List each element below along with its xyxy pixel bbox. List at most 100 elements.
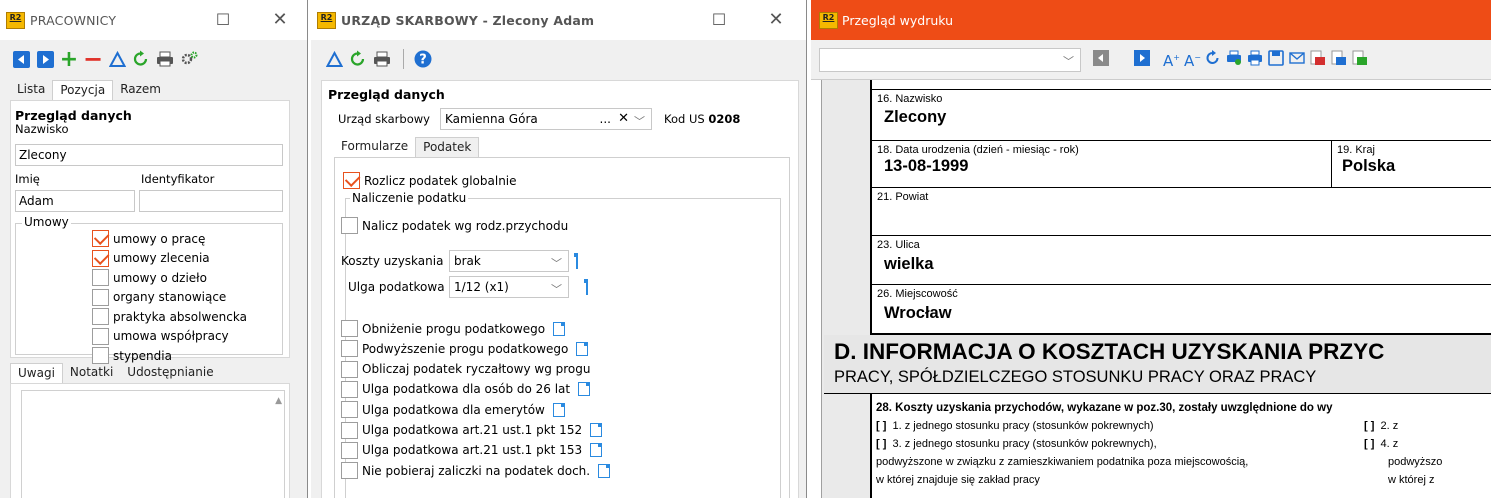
- lookup-dots[interactable]: ...: [600, 109, 611, 129]
- imie-input[interactable]: Adam: [15, 190, 135, 212]
- tax-option-checkbox[interactable]: Ulga podatkowa dla osób do 26 lat: [341, 380, 591, 398]
- tax-option-checkbox[interactable]: Nie pobieraj zaliczki na podatek doch.: [341, 462, 611, 480]
- checkbox-box[interactable]: [92, 288, 109, 306]
- checkbox-box[interactable]: [92, 249, 109, 267]
- tab-udostepnianie[interactable]: Udostępnianie: [120, 363, 220, 383]
- refresh-icon[interactable]: [130, 48, 152, 70]
- uwagi-textarea[interactable]: ▲: [21, 390, 285, 498]
- checkbox-box[interactable]: [341, 340, 358, 358]
- add-icon[interactable]: +: [58, 47, 80, 72]
- prev-record-icon[interactable]: [10, 48, 32, 70]
- close-button[interactable]: ✕: [270, 10, 290, 30]
- checkbox-box[interactable]: [341, 462, 358, 480]
- zoom-out-icon[interactable]: A−: [1184, 50, 1201, 69]
- tax-option-checkbox[interactable]: Obniżenie progu podatkowego: [341, 320, 566, 337]
- umowy-checkbox[interactable]: umowy o pracę: [92, 230, 205, 247]
- checkbox-box[interactable]: [341, 401, 358, 419]
- checkbox-box[interactable]: [92, 308, 109, 325]
- titlebar[interactable]: R2 PRACOWNICY ☐ ✕: [0, 0, 307, 40]
- nazwisko-input[interactable]: Zlecony: [15, 144, 283, 166]
- checkbox-box[interactable]: [341, 217, 358, 234]
- filter-icon[interactable]: [106, 48, 128, 70]
- document-icon[interactable]: [553, 321, 566, 336]
- email-icon[interactable]: [1289, 50, 1305, 66]
- save-icon[interactable]: [1268, 50, 1284, 66]
- checkbox-box[interactable]: [343, 172, 360, 189]
- scroll-up-icon[interactable]: ▲: [275, 396, 282, 406]
- tax-option-checkbox[interactable]: Ulga podatkowa art.21 ust.1 pkt 153: [341, 441, 603, 459]
- document-icon[interactable]: [590, 443, 603, 458]
- checkbox-box[interactable]: [341, 320, 358, 337]
- checkbox-box[interactable]: [92, 327, 109, 345]
- document-icon[interactable]: [586, 279, 588, 295]
- umowy-checkbox[interactable]: umowa współpracy: [92, 327, 229, 345]
- tax-option-checkbox[interactable]: Podwyższenie progu podatkowego: [341, 340, 589, 358]
- tax-option-checkbox[interactable]: Obliczaj podatek ryczałtowy wg progu: [341, 360, 590, 378]
- checkbox-box[interactable]: [92, 269, 109, 286]
- tab-razem[interactable]: Razem: [113, 80, 168, 100]
- maximize-button[interactable]: ☐: [213, 10, 233, 30]
- checkbox-box[interactable]: [341, 441, 358, 459]
- titlebar[interactable]: R2 URZĄD SKARBOWY - Zlecony Adam ☐ ✕: [311, 0, 806, 40]
- ulga-select[interactable]: 1/12 (x1) ﹀: [449, 276, 569, 298]
- page-select[interactable]: ﹀: [819, 48, 1081, 72]
- chevron-down-icon[interactable]: ﹀: [551, 280, 562, 300]
- umowy-checkbox[interactable]: praktyka absolwencka: [92, 308, 247, 325]
- koszty-select[interactable]: brak ﹀: [449, 250, 569, 272]
- checkbox-box[interactable]: [92, 347, 109, 364]
- print-settings-icon[interactable]: [1226, 50, 1242, 66]
- tab-pozycja[interactable]: Pozycja: [52, 80, 114, 100]
- document-icon[interactable]: [590, 423, 603, 437]
- document-icon[interactable]: [578, 382, 591, 397]
- field-label: 18. Data urodzenia (dzień - miesiąc - ro…: [877, 144, 1079, 156]
- close-button[interactable]: ✕: [766, 10, 786, 30]
- umowy-checkbox[interactable]: stypendia: [92, 347, 172, 364]
- filter-icon[interactable]: [323, 48, 345, 70]
- next-page-icon[interactable]: [1134, 50, 1150, 66]
- field-value: Zlecony: [884, 108, 947, 126]
- tab-podatek[interactable]: Podatek: [415, 137, 480, 157]
- checkbox-box[interactable]: [341, 421, 358, 439]
- checkbox-box[interactable]: [341, 360, 358, 378]
- chevron-down-icon[interactable]: ﹀: [1063, 52, 1074, 72]
- umowy-checkbox[interactable]: organy stanowiące: [92, 288, 226, 306]
- print-icon[interactable]: [154, 48, 176, 70]
- refresh-icon[interactable]: [1205, 50, 1221, 66]
- export-pdf-icon[interactable]: [1310, 50, 1326, 66]
- zoom-in-icon[interactable]: A+: [1163, 50, 1180, 69]
- urzad-select[interactable]: Kamienna Góra ... ✕ ﹀: [440, 108, 652, 130]
- help-icon[interactable]: ?: [412, 48, 434, 70]
- maximize-button[interactable]: ☐: [709, 10, 729, 30]
- tab-lista[interactable]: Lista: [10, 80, 52, 100]
- prev-page-icon[interactable]: [1093, 50, 1109, 66]
- export-excel-icon[interactable]: [1352, 50, 1368, 66]
- umowy-checkbox[interactable]: umowy o dzieło: [92, 269, 207, 286]
- identyfikator-input[interactable]: [139, 190, 283, 212]
- checkbox-box[interactable]: [92, 230, 109, 247]
- checkbox-box[interactable]: [341, 380, 358, 398]
- rozlicz-checkbox[interactable]: Rozlicz podatek globalnie: [343, 172, 517, 189]
- refresh-icon[interactable]: [347, 48, 369, 70]
- remove-icon[interactable]: −: [82, 45, 104, 73]
- document-icon[interactable]: [576, 253, 578, 269]
- document-icon[interactable]: [598, 463, 611, 478]
- tab-formularze[interactable]: Formularze: [334, 137, 415, 157]
- preview-area[interactable]: 16. Nazwisko Zlecony 18. Data urodzenia …: [821, 80, 1491, 498]
- tax-option-checkbox[interactable]: Ulga podatkowa art.21 ust.1 pkt 152: [341, 421, 603, 439]
- document-icon[interactable]: [576, 341, 589, 356]
- umowy-checkbox[interactable]: umowy zlecenia: [92, 249, 210, 267]
- clear-icon[interactable]: ✕: [618, 109, 629, 129]
- chevron-down-icon[interactable]: ﹀: [634, 112, 645, 132]
- document-icon[interactable]: [552, 402, 565, 417]
- print-icon[interactable]: [371, 48, 393, 70]
- titlebar[interactable]: R2 Przegląd wydruku: [811, 0, 1491, 40]
- export-word-icon[interactable]: [1331, 50, 1347, 66]
- next-record-icon[interactable]: [34, 48, 56, 70]
- tab-notatki[interactable]: Notatki: [63, 363, 120, 383]
- print-icon[interactable]: [1247, 50, 1263, 66]
- chevron-down-icon[interactable]: ﹀: [551, 254, 562, 274]
- tab-uwagi[interactable]: Uwagi: [10, 363, 63, 383]
- nalicz-wg-checkbox[interactable]: Nalicz podatek wg rodz.przychodu: [341, 217, 568, 234]
- tax-option-checkbox[interactable]: Ulga podatkowa dla emerytów: [341, 401, 565, 419]
- settings-icon[interactable]: [178, 48, 200, 70]
